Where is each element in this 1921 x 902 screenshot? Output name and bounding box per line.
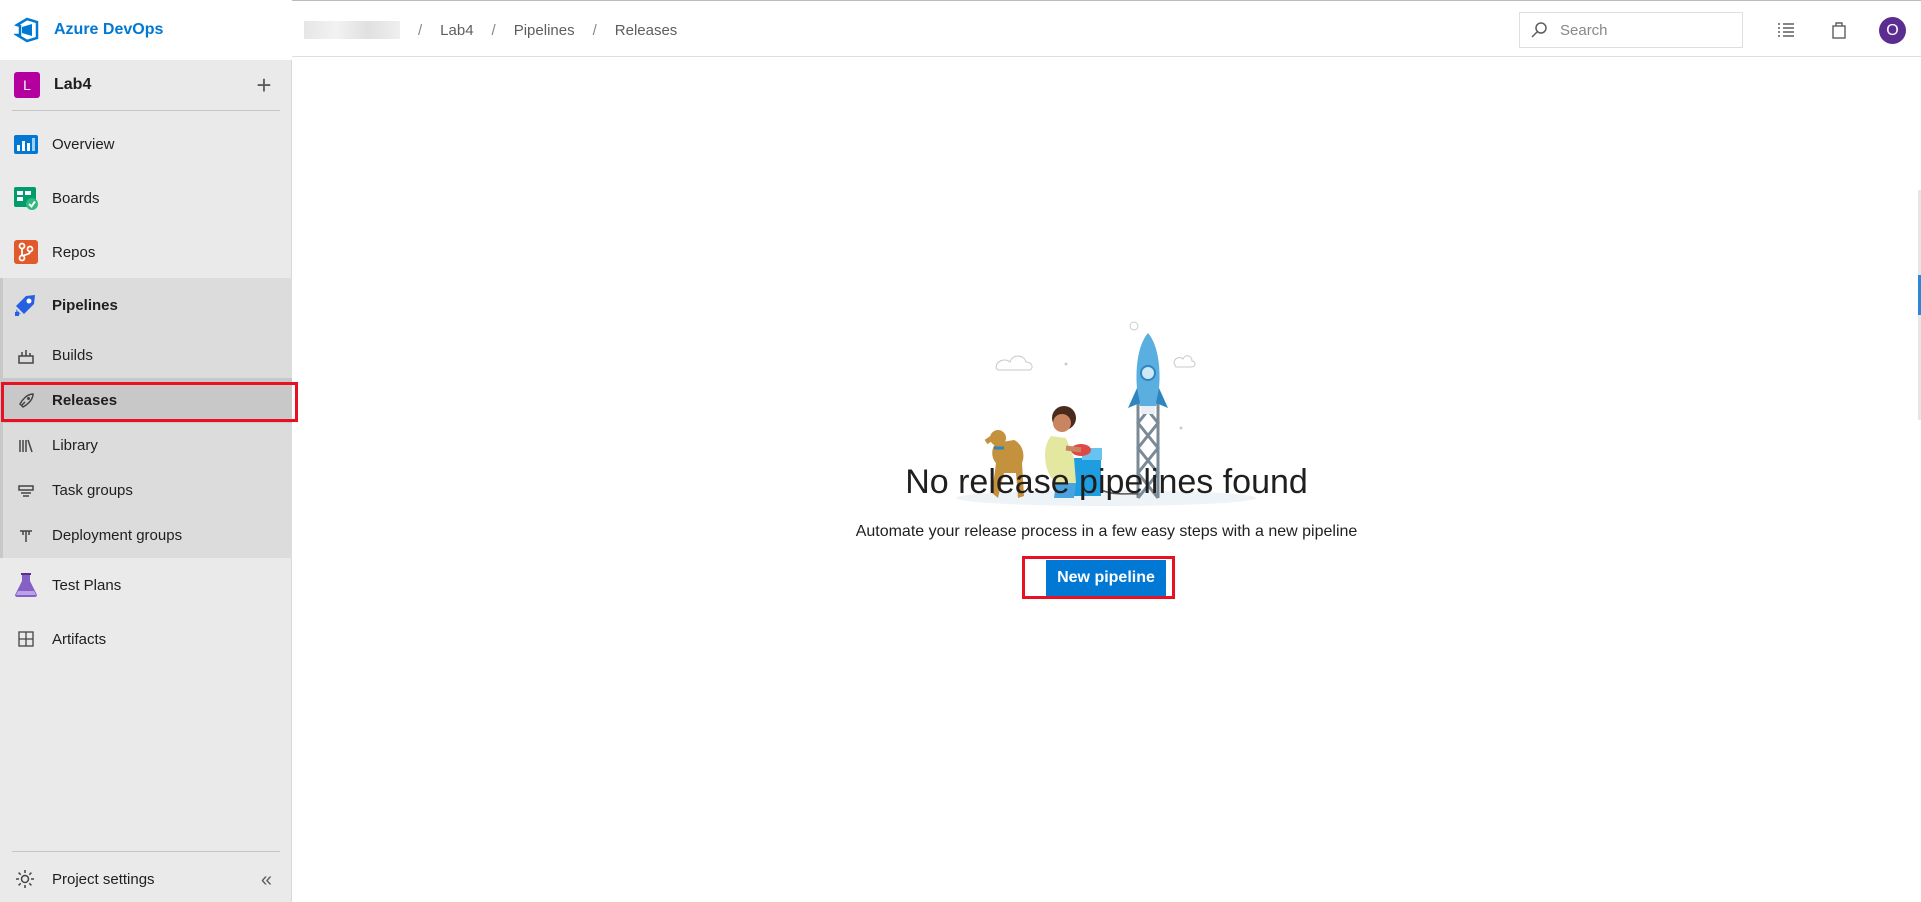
breadcrumb-separator: / xyxy=(592,21,597,39)
overview-icon xyxy=(12,130,40,158)
breadcrumb: / Lab4 / Pipelines / Releases xyxy=(304,1,695,59)
project-settings-button[interactable]: Project settings « xyxy=(0,857,292,901)
sidebar-item-label: Artifacts xyxy=(52,630,107,648)
sidebar-item-boards[interactable]: Boards xyxy=(0,171,292,225)
add-icon[interactable]: + xyxy=(252,72,276,98)
rocket-icon xyxy=(16,391,36,411)
search-icon xyxy=(1531,22,1547,38)
breadcrumb-releases[interactable]: Releases xyxy=(615,22,678,39)
sidebar-item-label: Task groups xyxy=(52,482,133,499)
organization-crumb-redacted[interactable] xyxy=(304,21,400,39)
boards-icon xyxy=(12,184,40,212)
releases-empty-state: No release pipelines found Automate your… xyxy=(292,58,1921,902)
sidebar-item-label: Repos xyxy=(52,243,96,261)
sidebar-item-test-plans[interactable]: Test Plans xyxy=(0,558,292,612)
sidebar-item-overview[interactable]: Overview xyxy=(0,117,292,171)
project-name: Lab4 xyxy=(54,76,92,93)
collapse-sidebar-icon[interactable]: « xyxy=(261,869,272,892)
repos-icon xyxy=(12,238,40,266)
sidebar-item-task-groups[interactable]: Task groups xyxy=(0,468,292,513)
breadcrumb-pipelines[interactable]: Pipelines xyxy=(514,22,575,39)
test-plans-icon xyxy=(12,571,40,599)
sidebar-item-releases[interactable]: Releases xyxy=(0,378,292,423)
sidebar-item-pipelines[interactable]: Pipelines xyxy=(0,278,292,332)
search-input[interactable]: Search xyxy=(1560,22,1608,39)
sidebar-item-deployment-groups[interactable]: Deployment groups xyxy=(0,513,292,558)
marketplace-bag-icon[interactable] xyxy=(1829,20,1849,40)
builds-icon xyxy=(16,346,36,366)
breadcrumb-project[interactable]: Lab4 xyxy=(440,22,473,39)
brand-header[interactable]: Azure DevOps xyxy=(0,0,292,60)
task-groups-icon xyxy=(16,481,36,501)
breadcrumb-separator: / xyxy=(491,21,496,39)
settings-label: Project settings xyxy=(52,870,155,888)
user-avatar[interactable]: O xyxy=(1879,17,1906,44)
sidebar-item-label: Deployment groups xyxy=(52,527,183,544)
sidebar-item-label: Boards xyxy=(52,189,100,207)
sidebar-item-library[interactable]: Library xyxy=(0,423,292,468)
divider xyxy=(12,851,280,852)
sidebar-item-builds[interactable]: Builds xyxy=(0,333,292,378)
empty-state-subtitle: Automate your release process in a few e… xyxy=(855,523,1358,540)
sidebar-item-repos[interactable]: Repos xyxy=(0,225,292,279)
sidebar-item-label: Test Plans xyxy=(52,576,122,594)
work-items-list-icon[interactable] xyxy=(1776,20,1796,40)
breadcrumb-separator: / xyxy=(418,21,423,39)
search-box[interactable]: Search xyxy=(1519,12,1743,48)
sidebar-item-artifacts[interactable]: Artifacts xyxy=(0,612,292,666)
sidebar-item-label: Builds xyxy=(52,347,93,364)
pipelines-icon xyxy=(12,291,40,319)
sidebar-item-label: Overview xyxy=(52,135,115,153)
project-avatar: L xyxy=(14,72,40,98)
deployment-groups-icon xyxy=(16,526,36,546)
empty-state-title: No release pipelines found xyxy=(905,463,1308,501)
divider xyxy=(12,110,280,111)
sidebar-item-label: Library xyxy=(52,437,98,454)
sidebar-item-label: Pipelines xyxy=(52,296,118,314)
left-navigation: Azure DevOps L Lab4 + Overview Boards Re… xyxy=(0,0,292,902)
project-header[interactable]: L Lab4 + xyxy=(0,60,292,110)
brand-name: Azure DevOps xyxy=(54,21,164,38)
top-bar: / Lab4 / Pipelines / Releases Search O xyxy=(292,0,1921,57)
gear-icon xyxy=(16,870,34,888)
azure-devops-logo-icon xyxy=(14,17,39,43)
sidebar-item-label: Releases xyxy=(52,392,118,409)
artifacts-icon xyxy=(12,625,40,653)
new-pipeline-button[interactable]: New pipeline xyxy=(1046,560,1166,596)
library-icon xyxy=(16,436,36,456)
